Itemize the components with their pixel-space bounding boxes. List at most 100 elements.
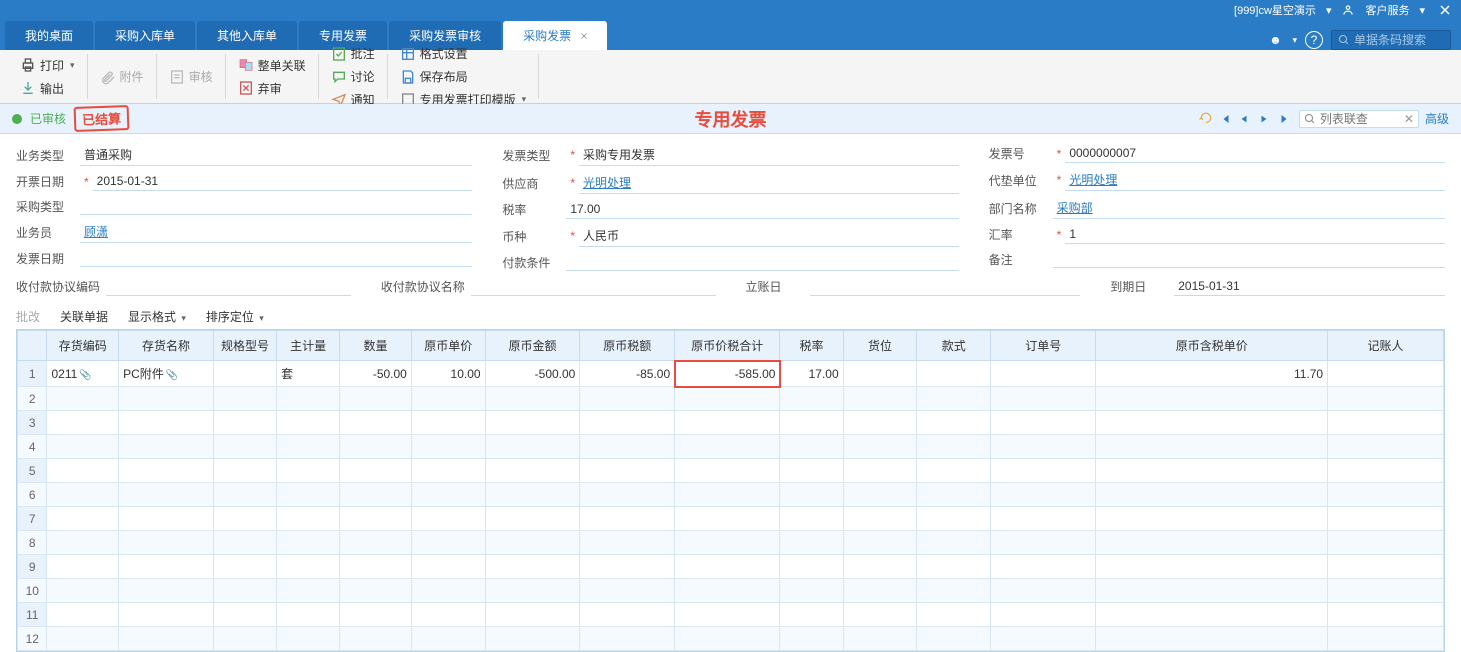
cell-empty[interactable] (485, 459, 580, 483)
table-row[interactable]: 4 (18, 435, 1444, 459)
next-icon[interactable] (1259, 112, 1273, 126)
cell-empty[interactable] (780, 627, 843, 651)
cell-empty[interactable] (843, 459, 917, 483)
payterm-value[interactable] (566, 253, 958, 271)
cell-empty[interactable] (213, 507, 276, 531)
cell-empty[interactable] (843, 555, 917, 579)
cell-empty[interactable] (991, 603, 1096, 627)
col-style[interactable]: 款式 (917, 331, 991, 361)
barcode-search-input[interactable] (1354, 33, 1444, 47)
smile-icon[interactable]: ☻ (1266, 31, 1284, 49)
advanced-link[interactable]: 高级 (1425, 110, 1449, 127)
cell-empty[interactable] (277, 603, 340, 627)
table-row[interactable]: 1 0211📎 PC附件📎 套 -50.00 10.00 -500.00 -85… (18, 361, 1444, 387)
col-code[interactable]: 存货编码 (47, 331, 119, 361)
cell-empty[interactable] (340, 483, 412, 507)
col-total[interactable]: 原币价税合计 (675, 331, 780, 361)
cell-empty[interactable] (1096, 411, 1328, 435)
cell-empty[interactable] (485, 603, 580, 627)
currency-value[interactable]: 人民币 (579, 225, 959, 247)
cell-empty[interactable] (843, 531, 917, 555)
col-loc[interactable]: 货位 (843, 331, 917, 361)
table-row[interactable]: 5 (18, 459, 1444, 483)
cell-empty[interactable] (917, 555, 991, 579)
supplier-value[interactable]: 光明处理 (579, 172, 959, 194)
cell-empty[interactable] (411, 555, 485, 579)
cell-empty[interactable] (119, 435, 214, 459)
cell-empty[interactable] (47, 435, 119, 459)
cell-empty[interactable] (1096, 555, 1328, 579)
cell-empty[interactable] (411, 483, 485, 507)
cell-empty[interactable] (485, 387, 580, 411)
cell-empty[interactable] (580, 435, 675, 459)
cell-empty[interactable] (1328, 603, 1444, 627)
cell-empty[interactable] (1328, 483, 1444, 507)
table-row[interactable]: 6 (18, 483, 1444, 507)
attach-button[interactable]: 附件 (96, 66, 148, 87)
cell-empty[interactable] (843, 387, 917, 411)
col-tax[interactable]: 原币税额 (580, 331, 675, 361)
close-icon[interactable] (1439, 4, 1451, 16)
inv-type-value[interactable]: 采购专用发票 (579, 144, 959, 166)
discuss-button[interactable]: 讨论 (327, 66, 379, 87)
cell-empty[interactable] (47, 411, 119, 435)
table-row[interactable]: 11 (18, 603, 1444, 627)
acct-date-value[interactable] (810, 278, 1081, 296)
cell-empty[interactable] (580, 555, 675, 579)
cell-empty[interactable] (675, 579, 780, 603)
cell-order[interactable] (991, 361, 1096, 387)
cell-empty[interactable] (485, 483, 580, 507)
table-row[interactable]: 3 (18, 411, 1444, 435)
cell-empty[interactable] (1328, 387, 1444, 411)
table-row[interactable]: 7 (18, 507, 1444, 531)
cell-empty[interactable] (119, 603, 214, 627)
cell-empty[interactable] (1328, 435, 1444, 459)
col-name[interactable]: 存货名称 (119, 331, 214, 361)
cell-empty[interactable] (991, 435, 1096, 459)
relate-search-box[interactable]: ✕ (1299, 110, 1419, 128)
cell-empty[interactable] (675, 483, 780, 507)
cell-empty[interactable] (119, 459, 214, 483)
cell-empty[interactable] (843, 435, 917, 459)
cell-empty[interactable] (485, 435, 580, 459)
cell-empty[interactable] (277, 411, 340, 435)
cell-empty[interactable] (580, 387, 675, 411)
cell-empty[interactable] (213, 459, 276, 483)
col-taxprice[interactable]: 原币含税单价 (1096, 331, 1328, 361)
cell-empty[interactable] (411, 579, 485, 603)
cell-empty[interactable] (675, 555, 780, 579)
cell-empty[interactable] (213, 435, 276, 459)
cell-empty[interactable] (119, 627, 214, 651)
agree-name-value[interactable] (471, 278, 716, 296)
cell-empty[interactable] (213, 555, 276, 579)
cell-empty[interactable] (411, 603, 485, 627)
cell-empty[interactable] (675, 507, 780, 531)
inv-no-value[interactable]: 0000000007 (1065, 144, 1445, 163)
table-row[interactable]: 2 (18, 387, 1444, 411)
col-uom[interactable]: 主计量 (277, 331, 340, 361)
cell-empty[interactable] (119, 411, 214, 435)
due-date-value[interactable]: 2015-01-31 (1174, 277, 1445, 296)
cell-empty[interactable] (917, 459, 991, 483)
tab-desktop[interactable]: 我的桌面 (5, 21, 93, 50)
col-qty[interactable]: 数量 (340, 331, 412, 361)
cell-empty[interactable] (580, 483, 675, 507)
cell-empty[interactable] (119, 483, 214, 507)
cell-empty[interactable] (1328, 531, 1444, 555)
cell-empty[interactable] (1096, 603, 1328, 627)
cell-empty[interactable] (675, 459, 780, 483)
cell-total[interactable]: -585.00 (675, 361, 780, 387)
cell-empty[interactable] (991, 387, 1096, 411)
cell-empty[interactable] (580, 507, 675, 531)
cell-empty[interactable] (1096, 531, 1328, 555)
cell-empty[interactable] (340, 435, 412, 459)
remark-value[interactable] (1053, 250, 1445, 268)
tab-close-icon[interactable]: × (580, 29, 587, 43)
cell-empty[interactable] (340, 459, 412, 483)
col-order[interactable]: 订单号 (991, 331, 1096, 361)
cell-taxrate[interactable]: 17.00 (780, 361, 843, 387)
app-dropdown-icon[interactable]: ▾ (1326, 4, 1332, 17)
fapiao-date-value[interactable] (80, 249, 472, 267)
cell-empty[interactable] (991, 411, 1096, 435)
clear-icon[interactable]: ✕ (1404, 112, 1414, 126)
